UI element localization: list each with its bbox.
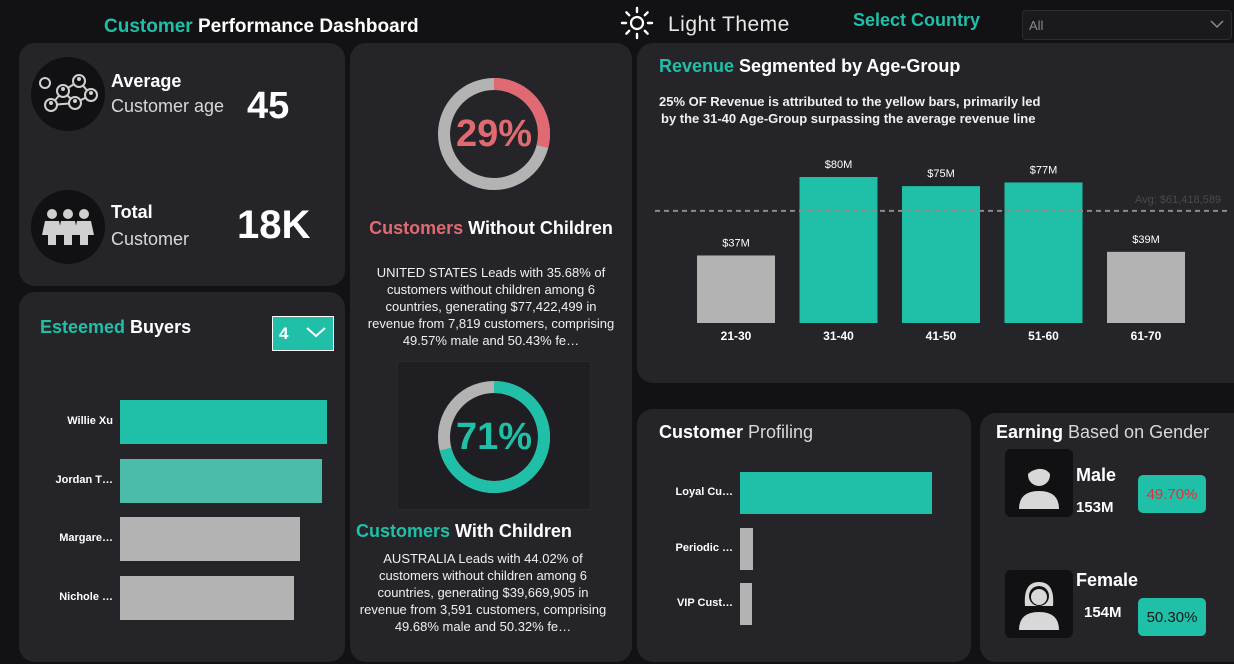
- without-children-title-accent: Customers: [369, 218, 464, 238]
- revenue-value-label: $39M: [1132, 234, 1160, 246]
- esteemed-buyers-card: Esteemed Buyers 4 Willie Xu Jordan T… Marg…: [19, 292, 345, 662]
- with-children-title: Customers With Children: [356, 521, 606, 542]
- customer-profiling-title-rest: Profiling: [743, 422, 814, 442]
- total-customer-label: Total Customer: [111, 202, 189, 250]
- total-customer-label-2: Customer: [111, 229, 190, 249]
- revenue-bar[interactable]: [1004, 182, 1083, 323]
- total-customer-value: 18K: [237, 203, 311, 247]
- female-value: 154M: [1084, 604, 1122, 621]
- network-icon: [31, 57, 105, 131]
- theme-toggle[interactable]: Light Theme: [620, 6, 800, 45]
- customer-profiling-chart: Loyal Cu… Periodic … VIP Cust…: [637, 469, 971, 639]
- revenue-title-accent: Revenue: [659, 56, 735, 76]
- country-select-value: All: [1029, 17, 1044, 33]
- buyer-bar[interactable]: [120, 400, 327, 444]
- revenue-category-label: 31-40: [823, 329, 854, 343]
- top-n-select[interactable]: 4: [272, 316, 334, 351]
- buyer-bar[interactable]: [120, 458, 322, 503]
- revenue-title: Revenue Segmented by Age-Group: [659, 56, 960, 77]
- chevron-down-icon: [1209, 16, 1225, 34]
- customer-profiling-title-bold: Customer: [659, 422, 744, 442]
- avg-age-label-2: Customer age: [111, 96, 225, 116]
- buyer-label: Nichole …: [59, 590, 113, 603]
- revenue-value-label: $37M: [722, 237, 750, 249]
- country-filter-label: Select Country: [853, 10, 981, 30]
- theme-label: Light Theme: [668, 13, 790, 36]
- revenue-bar[interactable]: [902, 186, 980, 323]
- revenue-value-label: $80M: [825, 159, 853, 171]
- with-children-title-accent: Customers: [356, 521, 451, 541]
- buyer-bar[interactable]: [120, 575, 294, 620]
- country-select[interactable]: All: [1022, 10, 1232, 40]
- male-percent: 49.70%: [1146, 485, 1198, 503]
- with-children-title-rest: With Children: [450, 521, 572, 541]
- page-title-rest: Performance Dashboard: [192, 16, 419, 37]
- without-children-percent: 29%: [455, 112, 533, 155]
- female-percent: 50.30%: [1146, 608, 1198, 626]
- male-avatar-icon: [1005, 449, 1073, 517]
- without-children-description: UNITED STATES Leads with 35.68% of custo…: [367, 265, 615, 348]
- without-children-title-rest: Without Children: [463, 218, 613, 238]
- esteemed-buyers-title-rest: Buyers: [125, 317, 192, 337]
- revenue-bar[interactable]: [1107, 251, 1185, 323]
- top-n-value: 4: [279, 323, 289, 343]
- people-group-icon: [31, 190, 105, 264]
- profiling-bar[interactable]: [740, 583, 752, 625]
- gender-earning-title: Earning Based on Gender: [996, 422, 1209, 443]
- revenue-category-label: 21-30: [721, 329, 752, 343]
- revenue-value-label: $75M: [927, 168, 955, 180]
- female-avatar-icon: [1005, 570, 1073, 638]
- with-children-donut: 71%: [434, 377, 554, 497]
- profiling-label: VIP Cust…: [676, 597, 733, 609]
- revenue-title-rest: Segmented by Age-Group: [734, 56, 961, 76]
- revenue-category-label: 51-60: [1028, 329, 1059, 343]
- buyer-label: Jordan T…: [55, 473, 113, 486]
- gender-earning-card: Earning Based on Gender Male 153M 49.70%…: [980, 413, 1234, 662]
- profiling-bar[interactable]: [740, 472, 932, 514]
- profiling-bar[interactable]: [740, 528, 754, 570]
- buyer-label: Willie Xu: [67, 415, 113, 427]
- with-children-percent: 71%: [455, 415, 533, 458]
- gender-earning-title-bold: Earning: [996, 422, 1064, 442]
- avg-age-label: Average Customer age: [111, 71, 224, 117]
- revenue-category-label: 61-70: [1131, 329, 1162, 343]
- customer-profiling-card: Customer Profiling Loyal Cu… Periodic … VI…: [637, 409, 971, 662]
- female-percent-badge: 50.30%: [1138, 598, 1206, 636]
- page-title-accent: Customer: [104, 16, 193, 37]
- customer-profiling-title: Customer Profiling: [659, 422, 813, 443]
- revenue-bar[interactable]: [799, 177, 878, 323]
- chevron-down-icon: [305, 325, 327, 343]
- page-title: Customer Performance Dashboard: [104, 16, 419, 38]
- buyer-label: Margare…: [59, 532, 113, 544]
- kpi-card: Average Customer age 45 Total Customer 1…: [19, 43, 345, 286]
- sun-icon: [620, 6, 654, 45]
- buyer-bar[interactable]: [120, 517, 301, 561]
- revenue-subtitle-line2: by the 31-40 Age-Group surpassing the av…: [661, 111, 1036, 126]
- gender-earning-title-rest: Based on Gender: [1063, 422, 1210, 442]
- average-line-label: Avg: $61,418,589: [1135, 194, 1221, 206]
- esteemed-buyers-title: Esteemed Buyers: [40, 317, 191, 338]
- revenue-category-label: 41-50: [926, 329, 957, 343]
- children-card: 29% Customers Without Children UNITED ST…: [350, 43, 632, 662]
- without-children-title: Customers Without Children: [360, 218, 622, 239]
- revenue-card: Revenue Segmented by Age-Group 25% OF Re…: [637, 43, 1234, 383]
- revenue-bar-chart: $37M 21-30 $80M 31-40 $75M 41-50 $77M 51-60 $39M…: [655, 159, 1227, 343]
- with-children-description: AUSTRALIA Leads with 44.02% of customers…: [359, 551, 607, 634]
- male-value: 153M: [1076, 499, 1114, 516]
- avg-age-label-1: Average: [111, 71, 182, 91]
- profiling-label: Loyal Cu…: [675, 486, 733, 498]
- revenue-value-label: $77M: [1030, 164, 1058, 176]
- profiling-label: Periodic …: [675, 542, 733, 554]
- revenue-subtitle: 25% OF Revenue is attributed to the yell…: [659, 93, 1040, 127]
- total-customer-label-1: Total: [111, 202, 153, 222]
- male-label: Male: [1076, 465, 1117, 485]
- avg-age-value: 45: [247, 85, 290, 127]
- female-label: Female: [1076, 570, 1139, 590]
- esteemed-buyers-title-accent: Esteemed: [40, 317, 126, 337]
- male-percent-badge: 49.70%: [1138, 475, 1206, 513]
- revenue-subtitle-line1: 25% OF Revenue is attributed to the yell…: [659, 94, 1041, 109]
- revenue-bar[interactable]: [697, 255, 775, 323]
- without-children-donut: 29%: [434, 74, 554, 194]
- esteemed-buyers-chart: Willie Xu Jordan T… Margare… Nichole …: [19, 392, 345, 632]
